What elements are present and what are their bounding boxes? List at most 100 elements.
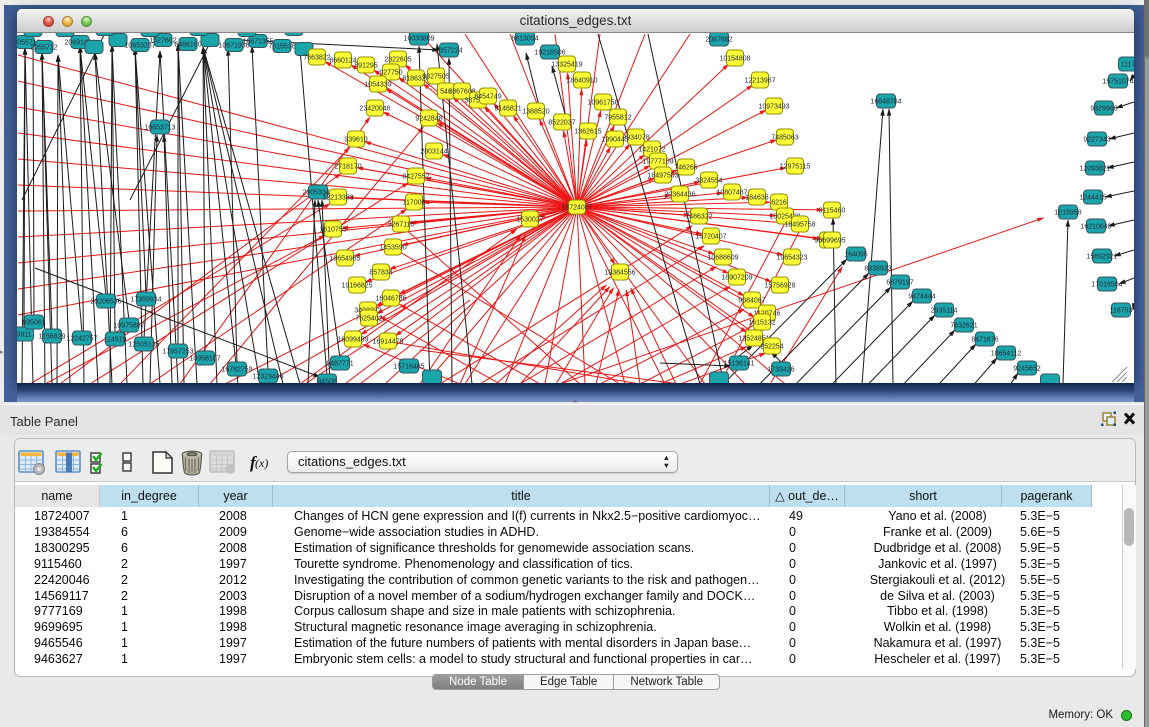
svg-text:7663822: 7663822: [303, 55, 330, 62]
svg-text:8427552: 8427552: [402, 174, 429, 181]
svg-text:10807487: 10807487: [716, 190, 747, 197]
svg-text:9242848: 9242848: [415, 116, 442, 123]
svg-text:12505135: 12505135: [128, 342, 159, 349]
svg-text:18724007: 18724007: [561, 205, 592, 212]
svg-text:15756928: 15756928: [764, 283, 795, 290]
svg-text:184636: 184636: [745, 195, 768, 202]
svg-text:20364436: 20364436: [664, 192, 695, 199]
svg-text:(x): (x): [255, 456, 268, 470]
svg-text:23420046: 23420046: [359, 106, 390, 113]
svg-text:2055712: 2055712: [30, 45, 57, 52]
svg-text:16653713: 16653713: [144, 125, 175, 132]
svg-text:18640910: 18640910: [566, 78, 597, 85]
svg-text:16046786: 16046786: [375, 296, 406, 303]
svg-text:19384556: 19384556: [604, 270, 635, 277]
svg-text:1244415: 1244415: [1079, 195, 1106, 202]
svg-text:8938923: 8938923: [864, 266, 891, 273]
svg-text:7485063: 7485063: [771, 135, 798, 142]
svg-text:12213383: 12213383: [322, 195, 353, 202]
svg-text:19166825: 19166825: [341, 283, 372, 290]
svg-text:18495758: 18495758: [784, 222, 815, 229]
svg-text:0699695: 0699695: [818, 238, 845, 245]
svg-text:8454749: 8454749: [474, 94, 501, 101]
svg-text:1362615: 1362615: [574, 129, 601, 136]
svg-text:16914479: 16914479: [372, 339, 403, 346]
svg-text:6466160: 6466160: [174, 42, 201, 49]
svg-text:9227343: 9227343: [1083, 137, 1110, 144]
svg-text:10958107: 10958107: [189, 356, 220, 363]
svg-text:9487771: 9487771: [326, 361, 353, 368]
svg-text:746266: 746266: [674, 165, 697, 172]
svg-text:1453590: 1453590: [379, 245, 406, 252]
svg-text:1530027: 1530027: [516, 217, 543, 224]
svg-text:15720407: 15720407: [695, 234, 726, 241]
svg-text:1527602: 1527602: [149, 38, 176, 45]
svg-text:16033809: 16033809: [403, 36, 434, 43]
svg-text:8522037: 8522037: [548, 120, 575, 127]
svg-text:12975115: 12975115: [780, 164, 811, 171]
svg-text:7486322: 7486322: [685, 214, 712, 221]
svg-text:1054339: 1054339: [364, 82, 391, 89]
svg-text:10654112: 10654112: [991, 351, 1022, 358]
svg-text:164095: 164095: [844, 252, 867, 259]
svg-text:7955812: 7955812: [604, 115, 631, 122]
svg-text:10975887: 10975887: [113, 323, 144, 330]
svg-text:19654985: 19654985: [329, 256, 360, 263]
svg-text:1388520: 1388520: [522, 109, 549, 116]
svg-text:927750: 927750: [379, 70, 402, 77]
svg-text:117006: 117006: [403, 200, 426, 207]
svg-text:116753: 116753: [1110, 308, 1133, 315]
svg-text:19654323: 19654323: [776, 255, 807, 262]
svg-text:3824554: 3824554: [695, 178, 722, 185]
svg-text:7515536: 7515536: [268, 44, 295, 51]
svg-text:2718170: 2718170: [334, 164, 361, 171]
svg-text:252254: 252254: [760, 344, 783, 351]
svg-text:9084067: 9084067: [738, 298, 765, 305]
svg-text:9146821: 9146821: [494, 106, 521, 113]
svg-text:1990443: 1990443: [601, 137, 628, 144]
svg-text:16782759: 16782759: [221, 367, 252, 374]
svg-text:9327505: 9327505: [422, 74, 449, 81]
svg-text:7625402: 7625402: [355, 316, 382, 323]
svg-text:1615132: 1615132: [748, 320, 775, 327]
svg-text:10688609: 10688609: [707, 255, 738, 262]
svg-text:6879197: 6879197: [886, 280, 913, 287]
svg-text:7632621: 7632621: [950, 323, 977, 330]
svg-text:17957253: 17957253: [162, 349, 193, 356]
svg-text:8471676: 8471676: [971, 337, 998, 344]
svg-text:1117: 1117: [1121, 62, 1134, 69]
svg-text:1610755: 1610755: [319, 227, 346, 234]
svg-text:114519: 114519: [104, 337, 127, 344]
svg-text:1421072: 1421072: [638, 147, 665, 154]
svg-text:16648784: 16648784: [870, 99, 901, 106]
svg-text:939610: 939610: [344, 137, 367, 144]
svg-text:16497503: 16497503: [647, 173, 678, 180]
svg-text:7357224: 7357224: [435, 48, 462, 55]
svg-text:2803144: 2803144: [420, 149, 447, 156]
svg-text:2935114: 2935114: [931, 308, 958, 315]
svg-text:6216: 6216: [771, 200, 787, 207]
svg-text:12213967: 12213967: [744, 78, 775, 85]
svg-text:1215958: 1215958: [1054, 210, 1081, 217]
svg-text:10154808: 10154808: [719, 56, 750, 63]
svg-text:16099489: 16099489: [337, 337, 368, 344]
svg-text:15136141: 15136141: [723, 361, 754, 368]
svg-text:891295: 891295: [354, 63, 377, 70]
svg-text:15751074: 15751074: [1102, 79, 1133, 86]
svg-text:8660124: 8660124: [329, 58, 356, 65]
svg-text:13325419: 13325419: [551, 62, 582, 69]
svg-text:935061: 935061: [22, 320, 45, 327]
svg-text:19777109: 19777109: [642, 159, 673, 166]
svg-text:3911: 3911: [17, 332, 32, 339]
svg-text:17016504: 17016504: [1091, 282, 1122, 289]
svg-text:9329966: 9329966: [1090, 106, 1117, 113]
svg-text:10973493: 10973493: [758, 104, 789, 111]
svg-text:12093821: 12093821: [1079, 166, 1110, 173]
svg-text:12323446: 12323446: [252, 374, 283, 381]
svg-text:9115460: 9115460: [819, 208, 846, 215]
svg-text:1156829: 1156829: [39, 334, 66, 341]
svg-text:857834: 857834: [369, 270, 392, 277]
svg-text:17359934: 17359934: [130, 297, 161, 304]
svg-text:19218506: 19218506: [534, 50, 565, 57]
svg-text:3267110: 3267110: [388, 222, 415, 229]
